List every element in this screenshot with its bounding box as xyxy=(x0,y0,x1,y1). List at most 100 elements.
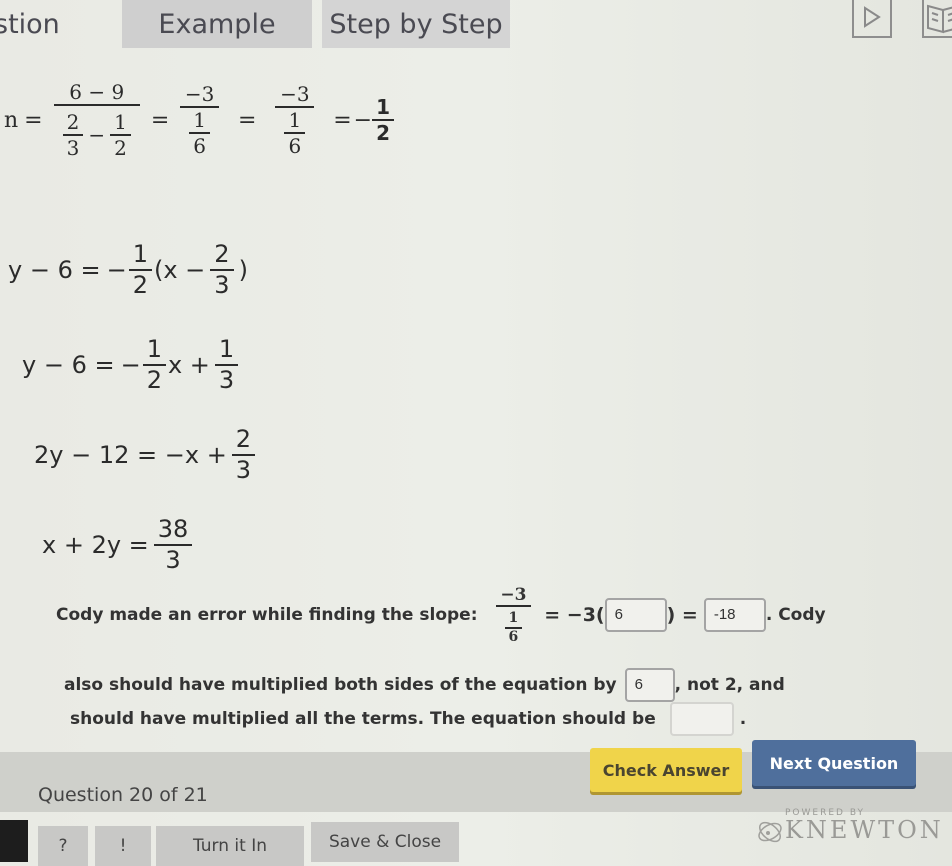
numerator: 1 xyxy=(288,108,302,132)
step-line-1: y − 6 = − 12 (x − 23 ) xyxy=(8,240,248,300)
answer-box-3[interactable]: 6 xyxy=(624,668,675,702)
book-button[interactable] xyxy=(922,0,952,38)
denominator: 16 xyxy=(275,108,314,158)
answer-box-4[interactable] xyxy=(669,702,734,736)
answer-box-1[interactable]: 6 xyxy=(604,598,667,633)
check-answer-button[interactable]: Check Answer xyxy=(590,748,742,792)
prompt-line-3: should have multiplied all the terms. Th… xyxy=(70,702,746,736)
sign: − xyxy=(106,255,127,284)
numerator: 1 xyxy=(146,335,162,363)
numerator: 1 xyxy=(218,335,235,363)
play-icon xyxy=(864,6,881,28)
denominator: 16 xyxy=(496,607,532,646)
step-lhs: 2y − 12 = −x + xyxy=(34,440,227,469)
numerator: 2 xyxy=(214,240,230,268)
atom-icon xyxy=(758,821,782,843)
answer-box-2-value: -18 xyxy=(713,606,736,624)
denominator: 16 xyxy=(180,108,219,158)
step-mid: (x − xyxy=(153,255,206,284)
prompt-text: Cody made an error while finding the slo… xyxy=(56,605,478,626)
denominator: 6 xyxy=(193,134,207,158)
next-question-button[interactable]: Next Question xyxy=(752,740,916,786)
slope-result: 1 2 xyxy=(372,95,394,145)
prompt-line-2: also should have multiplied both sides o… xyxy=(64,668,785,702)
denominator: 6 xyxy=(508,629,519,646)
denominator: 23 − 12 xyxy=(54,106,140,160)
step-mid: x + xyxy=(167,350,210,379)
help-button[interactable]: ? xyxy=(38,826,88,866)
tab-example-label: Example xyxy=(158,8,276,40)
numerator: 38 xyxy=(157,515,189,543)
sub-fraction: 12 xyxy=(110,110,131,160)
denominator: 6 xyxy=(288,134,302,158)
step-line-4: x + 2y = 38 3 xyxy=(42,515,197,575)
denominator: 3 xyxy=(66,136,80,160)
prompt-eq-1: = −3( xyxy=(544,604,605,627)
step-lhs: y − 6 = xyxy=(22,350,115,379)
screen-edge xyxy=(0,820,28,862)
answer-box-2[interactable]: -18 xyxy=(703,598,766,633)
prompt-end-3: . xyxy=(739,709,747,729)
denominator: 2 xyxy=(132,270,148,299)
tab-example[interactable]: Example xyxy=(122,0,312,48)
denominator: 3 xyxy=(214,270,230,299)
sub-fraction: 16 xyxy=(284,108,306,158)
prompt-text: also should have multiplied both sides o… xyxy=(64,675,617,695)
numerator: 1 xyxy=(114,110,127,134)
numerator: 1 xyxy=(376,95,390,119)
denominator: 3 xyxy=(218,365,235,394)
book-icon xyxy=(927,4,952,34)
step-end: ) xyxy=(238,255,248,284)
tab-question[interactable]: stion xyxy=(0,0,104,48)
hint-button[interactable]: ! xyxy=(95,826,151,866)
numerator: −3 xyxy=(184,82,215,106)
denominator: 2 xyxy=(376,121,390,145)
equals-sign: = xyxy=(238,107,257,133)
numerator: −3 xyxy=(500,585,527,605)
prompt-line-1: Cody made an error while finding the slo… xyxy=(56,585,826,646)
numerator: 1 xyxy=(508,610,519,627)
numerator: 1 xyxy=(132,240,148,268)
step-line-2: y − 6 = − 12 x + 13 xyxy=(22,335,243,395)
equals-sign: = xyxy=(24,107,43,133)
step-line-3: 2y − 12 = −x + 23 xyxy=(34,425,260,485)
result-sign: − xyxy=(353,107,373,133)
equals-sign: = xyxy=(333,107,352,133)
denominator: 3 xyxy=(165,545,181,574)
fraction: 23 xyxy=(231,425,256,485)
numerator: −3 xyxy=(280,82,310,106)
fraction: 23 xyxy=(210,240,234,300)
fraction: −3 16 xyxy=(495,585,532,646)
save-and-close-button[interactable]: Save & Close xyxy=(311,822,459,862)
slope-fraction-1: 6 − 9 23 − 12 xyxy=(53,80,140,160)
sub-fraction: 16 xyxy=(189,108,211,158)
numerator: 6 − 9 xyxy=(69,80,125,104)
prompt-end-2: , not 2, and xyxy=(674,675,785,695)
prompt-end-1: . Cody xyxy=(765,605,826,626)
numerator: 2 xyxy=(66,110,80,134)
prompt-eq-2: ) = xyxy=(666,604,698,627)
slope-fraction-3: −3 16 xyxy=(275,82,315,158)
fraction: 13 xyxy=(214,335,239,395)
slope-fraction-2: −3 16 xyxy=(180,82,220,158)
denominator: 2 xyxy=(146,365,162,394)
equals-sign: = xyxy=(150,107,170,133)
sub-fraction: 16 xyxy=(504,610,523,646)
play-button[interactable] xyxy=(852,0,892,38)
step-lhs: x + 2y = xyxy=(42,530,149,559)
sign: − xyxy=(120,350,141,379)
step-lhs: y − 6 = xyxy=(8,255,101,284)
slope-lhs: n xyxy=(4,107,19,133)
answer-box-3-value: 6 xyxy=(634,676,643,693)
tab-step-by-step[interactable]: Step by Step xyxy=(322,0,510,48)
operator: − xyxy=(88,123,106,147)
tab-step-by-step-label: Step by Step xyxy=(329,8,503,40)
question-counter: Question 20 of 21 xyxy=(38,784,208,806)
tab-question-label: stion xyxy=(0,8,60,40)
numerator: 1 xyxy=(193,108,207,132)
fraction: 12 xyxy=(128,240,152,300)
denominator: 3 xyxy=(235,455,252,484)
sub-fraction: 23 xyxy=(62,110,84,160)
numerator: 2 xyxy=(235,425,252,453)
turn-it-in-button[interactable]: Turn it In xyxy=(156,826,304,866)
